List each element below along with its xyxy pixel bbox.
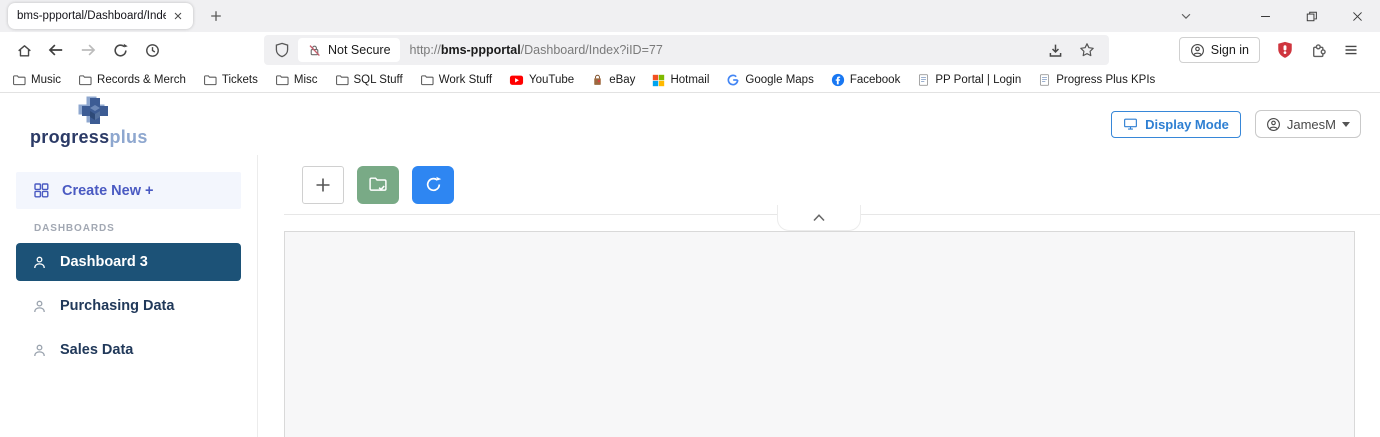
- display-mode-button[interactable]: Display Mode: [1111, 110, 1241, 138]
- home-icon[interactable]: [8, 35, 40, 65]
- bookmark-records-merch[interactable]: Records & Merch: [78, 73, 186, 87]
- person-icon: [34, 256, 45, 268]
- lock-crossed-icon: [309, 44, 320, 56]
- browser-tab-strip: bms-ppportal/Dashboard/Index?iID: [0, 0, 1380, 32]
- bookmark-progress-plus-kpis[interactable]: Progress Plus KPIs: [1038, 73, 1155, 87]
- new-tab-button[interactable]: [201, 3, 231, 29]
- content-area: Create New + DASHBOARDS Dashboard 3 Purc…: [0, 155, 1380, 437]
- browser-toolbar: Not Secure http://bms-ppportal/Dashboard…: [0, 32, 1380, 68]
- url-text: http://bms-ppportal/Dashboard/Index?iID=…: [409, 43, 663, 57]
- downloads-icon[interactable]: [1047, 42, 1064, 59]
- folder-icon: [79, 75, 92, 86]
- sidebar: Create New + DASHBOARDS Dashboard 3 Purc…: [0, 155, 258, 437]
- extensions-puzzle-icon[interactable]: [1310, 42, 1327, 59]
- page-icon: [919, 74, 929, 86]
- bookmark-ebay[interactable]: eBay: [591, 73, 635, 87]
- folder-icon: [275, 75, 289, 86]
- sidebar-item-dashboard-3[interactable]: Dashboard 3: [16, 243, 241, 281]
- security-label: Not Secure: [328, 43, 391, 57]
- not-secure-chip[interactable]: Not Secure: [298, 38, 400, 62]
- browser-tab[interactable]: bms-ppportal/Dashboard/Index?iID: [8, 3, 193, 29]
- progress-plus-logo: progressplus: [30, 95, 155, 153]
- tracking-shield-icon[interactable]: [274, 42, 290, 58]
- bookmark-youtube[interactable]: YouTube: [509, 73, 574, 87]
- forward-icon[interactable]: [72, 35, 104, 65]
- url-host: bms-ppportal: [440, 43, 521, 57]
- page-icon: [1040, 74, 1050, 86]
- bookmark-sql-stuff[interactable]: SQL Stuff: [335, 73, 403, 87]
- create-new-button[interactable]: Create New +: [16, 172, 241, 209]
- logo-wordmark: progressplus: [30, 127, 148, 147]
- grid-icon: [34, 183, 49, 198]
- bookmark-work-stuff[interactable]: Work Stuff: [420, 73, 492, 87]
- bookmark-tickets[interactable]: Tickets: [203, 73, 258, 87]
- adblock-shield-icon[interactable]: [1276, 41, 1294, 59]
- bookmark-hotmail[interactable]: Hotmail: [652, 74, 709, 87]
- dashboard-canvas: [284, 231, 1355, 437]
- open-dashboard-button[interactable]: [357, 165, 399, 204]
- chevron-up-icon: [813, 214, 825, 222]
- menu-hamburger-icon[interactable]: [1343, 42, 1359, 58]
- toolbar-collapse-pill[interactable]: [777, 205, 861, 231]
- folder-icon: [13, 75, 26, 86]
- reload-icon[interactable]: [104, 35, 136, 65]
- refresh-dashboard-button[interactable]: [412, 165, 454, 204]
- sidebar-item-sales-data[interactable]: Sales Data: [16, 331, 241, 369]
- bookmark-facebook[interactable]: Facebook: [831, 73, 900, 87]
- bookmark-pp-portal[interactable]: PP Portal | Login: [917, 73, 1021, 87]
- sidebar-section-label: DASHBOARDS: [34, 223, 115, 234]
- person-icon: [34, 300, 45, 312]
- sidebar-item-purchasing-data[interactable]: Purchasing Data: [16, 287, 241, 325]
- url-bar[interactable]: Not Secure http://bms-ppportal/Dashboard…: [264, 35, 1109, 65]
- window-close-button[interactable]: [1334, 0, 1380, 32]
- caret-down-icon: [1342, 121, 1350, 127]
- window-minimize-button[interactable]: [1242, 0, 1288, 32]
- youtube-icon: [509, 75, 524, 85]
- ebay-bag-icon: [594, 74, 601, 85]
- folder-icon: [203, 75, 217, 86]
- person-icon: [34, 344, 45, 356]
- add-widget-button[interactable]: [302, 165, 344, 204]
- plus-icon: [316, 178, 330, 191]
- monitor-icon: [1124, 118, 1138, 130]
- firefox-signin-button[interactable]: Sign in: [1178, 37, 1260, 63]
- google-g-icon: [728, 74, 739, 86]
- user-avatar-icon: [1266, 117, 1280, 131]
- bookmark-google-maps[interactable]: Google Maps: [726, 73, 814, 87]
- window-restore-button[interactable]: [1288, 0, 1334, 32]
- folder-check-icon: [369, 177, 387, 191]
- microsoft-icon: [653, 74, 665, 86]
- folder-icon: [420, 75, 434, 86]
- signin-label: Sign in: [1210, 43, 1249, 57]
- tab-title: bms-ppportal/Dashboard/Index?iID: [17, 10, 166, 22]
- bookmark-misc[interactable]: Misc: [275, 73, 318, 87]
- user-menu-button[interactable]: JamesM: [1254, 110, 1361, 138]
- account-icon: [1190, 43, 1204, 57]
- history-clock-icon[interactable]: [136, 35, 168, 65]
- main-area: [258, 155, 1380, 437]
- folder-icon: [335, 75, 349, 86]
- facebook-icon: [831, 73, 844, 87]
- bookmark-music[interactable]: Music: [12, 73, 61, 87]
- back-icon[interactable]: [40, 35, 72, 65]
- tab-close-icon[interactable]: [172, 10, 184, 22]
- tab-list-chevron-icon[interactable]: [1170, 0, 1202, 32]
- refresh-icon: [426, 176, 441, 192]
- app-header: progressplus Display Mode JamesM: [0, 93, 1380, 155]
- bookmarks-bar: Music Records & Merch Tickets Misc SQL S…: [0, 68, 1380, 93]
- bookmark-star-icon[interactable]: [1079, 42, 1095, 58]
